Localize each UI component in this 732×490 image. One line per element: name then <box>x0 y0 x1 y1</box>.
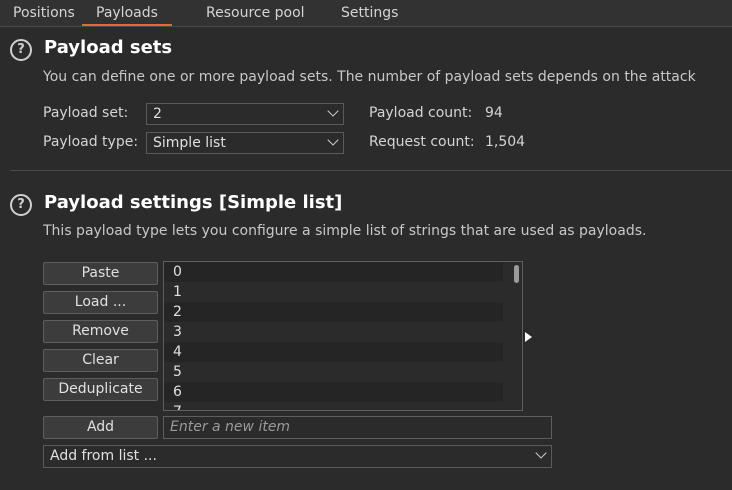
list-item[interactable]: 1 <box>164 282 503 302</box>
help-icon[interactable]: ? <box>10 39 32 61</box>
payload-list[interactable]: 0 1 2 3 4 5 6 7 <box>163 261 523 411</box>
payload-settings-description: This payload type lets you configure a s… <box>43 223 647 239</box>
list-item[interactable]: 3 <box>164 322 503 342</box>
payload-count-label: Payload count: <box>369 105 473 121</box>
payload-set-value: 2 <box>153 106 162 122</box>
load-button[interactable]: Load ... <box>43 291 158 314</box>
remove-button[interactable]: Remove <box>43 320 158 343</box>
list-item[interactable]: 7 <box>164 402 503 410</box>
chevron-down-icon <box>535 447 547 459</box>
list-scrollbar[interactable] <box>514 265 519 283</box>
list-item[interactable]: 2 <box>164 302 503 322</box>
payload-sets-description: You can define one or more payload sets.… <box>43 69 696 85</box>
list-item[interactable]: 0 <box>164 262 503 282</box>
chevron-down-icon <box>327 105 339 117</box>
tab-payloads[interactable]: Payloads <box>82 0 172 26</box>
list-item[interactable]: 5 <box>164 362 503 382</box>
help-icon[interactable]: ? <box>10 194 32 216</box>
add-from-list-value: Add from list ... <box>50 448 157 464</box>
payload-count-value: 94 <box>485 105 503 121</box>
payload-type-select[interactable]: Simple list <box>146 132 344 154</box>
deduplicate-button[interactable]: Deduplicate <box>43 378 158 401</box>
payload-type-value: Simple list <box>153 135 226 151</box>
new-item-input[interactable]: Enter a new item <box>163 416 552 439</box>
payload-settings-title: Payload settings [Simple list] <box>44 192 343 213</box>
paste-button[interactable]: Paste <box>43 262 158 285</box>
request-count-value: 1,504 <box>485 134 526 150</box>
list-item[interactable]: 4 <box>164 342 503 362</box>
triangle-right-icon[interactable] <box>525 332 532 342</box>
chevron-down-icon <box>327 134 339 146</box>
add-from-list-select[interactable]: Add from list ... <box>43 445 552 468</box>
tab-bar: Positions Payloads Resource pool Setting… <box>0 0 732 27</box>
payload-set-select[interactable]: 2 <box>146 103 344 125</box>
tab-settings[interactable]: Settings <box>341 0 398 26</box>
payload-set-label: Payload set: <box>43 105 129 121</box>
clear-button[interactable]: Clear <box>43 349 158 372</box>
tab-positions[interactable]: Positions <box>13 0 75 26</box>
tab-resource-pool[interactable]: Resource pool <box>206 0 305 26</box>
list-item[interactable]: 6 <box>164 382 503 402</box>
payload-type-label: Payload type: <box>43 134 139 150</box>
section-divider <box>10 170 732 171</box>
request-count-label: Request count: <box>369 134 475 150</box>
payload-sets-title: Payload sets <box>44 37 173 58</box>
add-button[interactable]: Add <box>43 416 158 439</box>
